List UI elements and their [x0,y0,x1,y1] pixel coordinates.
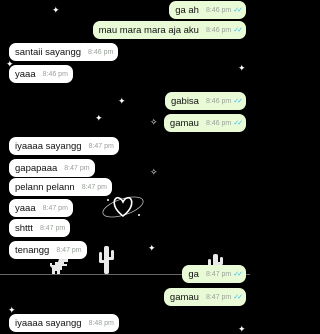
message-time: 8:47 pm [42,204,68,212]
message-bubble-incoming[interactable]: gapapaaa 8:47 pm [9,159,95,177]
sparkle-star-icon: ✦ [118,96,126,106]
message-time: 8:46 pm [205,6,232,14]
message-bubble-outgoing[interactable]: mau mara mara aja aku 8:46 pm ✓✓ [92,21,246,39]
message-time: 8:47 pm [205,270,232,278]
message-bubble-outgoing[interactable]: gabisa 8:46 pm ✓✓ [164,92,246,110]
message-bubble-outgoing[interactable]: gamau 8:46 pm ✓✓ [163,114,246,132]
message-text: ga ah [175,4,199,16]
message-text: pelann pelann [15,181,75,193]
read-ticks-icon: ✓✓ [233,294,243,301]
message-bubble-incoming[interactable]: santaii sayangg 8:46 pm [9,43,119,61]
read-ticks-icon: ✓✓ [233,27,243,34]
message-text: yaaa [15,202,36,214]
message-bubble-incoming[interactable]: iyaaaa sayangg 8:47 pm [9,137,119,155]
message-bubble-incoming[interactable]: tenangg 8:47 pm [9,241,87,259]
message-bubble-incoming[interactable]: pelann pelann 8:47 pm [9,178,112,196]
message-time: 8:47 pm [56,246,82,254]
message-bubble-incoming[interactable]: shttt 8:47 pm [9,219,71,237]
message-bubble-incoming[interactable]: iyaaaa sayangg 8:48 pm [9,314,119,332]
message-time: 8:46 pm [205,97,232,105]
sparkle-star-icon: ✦ [238,63,246,73]
message-text: santaii sayangg [15,46,82,58]
message-text: gapapaaa [15,162,58,174]
message-time: 8:46 pm [205,119,232,127]
message-time: 8:46 pm [205,26,232,34]
message-time: 8:47 pm [88,142,114,150]
read-ticks-icon: ✓✓ [233,271,243,278]
message-bubble-outgoing[interactable]: gamau 8:47 pm ✓✓ [163,288,246,306]
message-bubble-incoming[interactable]: yaaa 8:46 pm [9,65,73,83]
message-text: gabisa [170,95,199,107]
read-ticks-icon: ✓✓ [233,120,243,127]
message-text: gamau [169,117,199,129]
read-ticks-icon: ✓✓ [233,7,243,14]
message-text: iyaaaa sayangg [15,140,82,152]
message-text: gamau [169,291,199,303]
message-text: iyaaaa sayangg [15,317,82,329]
message-time: 8:47 pm [64,164,90,172]
sparkle-star-icon: ✧ [150,117,158,127]
sparkle-star-icon: ✦ [95,113,103,123]
message-time: 8:46 pm [88,48,114,56]
read-ticks-icon: ✓✓ [233,98,243,105]
message-time: 8:48 pm [88,319,114,327]
message-text: ga [188,268,199,280]
message-text: mau mara mara aja aku [98,24,199,36]
sparkle-star-icon: ✧ [150,167,158,177]
chat-area: ✦ ✧ ✦ ✦ ✦ ✧ ✦ ✧ ✦ ✦ ✦ ga ah 8:46 pm ✓✓ m [0,0,250,334]
message-time: 8:47 pm [81,183,107,191]
message-bubble-incoming[interactable]: yaaa 8:47 pm [9,199,73,217]
message-text: yaaa [15,68,36,80]
message-time: 8:47 pm [39,224,66,232]
sparkle-star-icon: ✦ [52,5,60,15]
message-text: shttt [15,222,33,234]
sparkle-star-icon: ✦ [148,243,156,253]
message-bubble-outgoing[interactable]: ga 8:47 pm ✓✓ [182,265,246,283]
message-bubble-outgoing[interactable]: ga ah 8:46 pm ✓✓ [169,1,246,19]
message-text: tenangg [15,244,50,256]
message-time: 8:46 pm [42,70,68,78]
message-time: 8:47 pm [205,293,232,301]
